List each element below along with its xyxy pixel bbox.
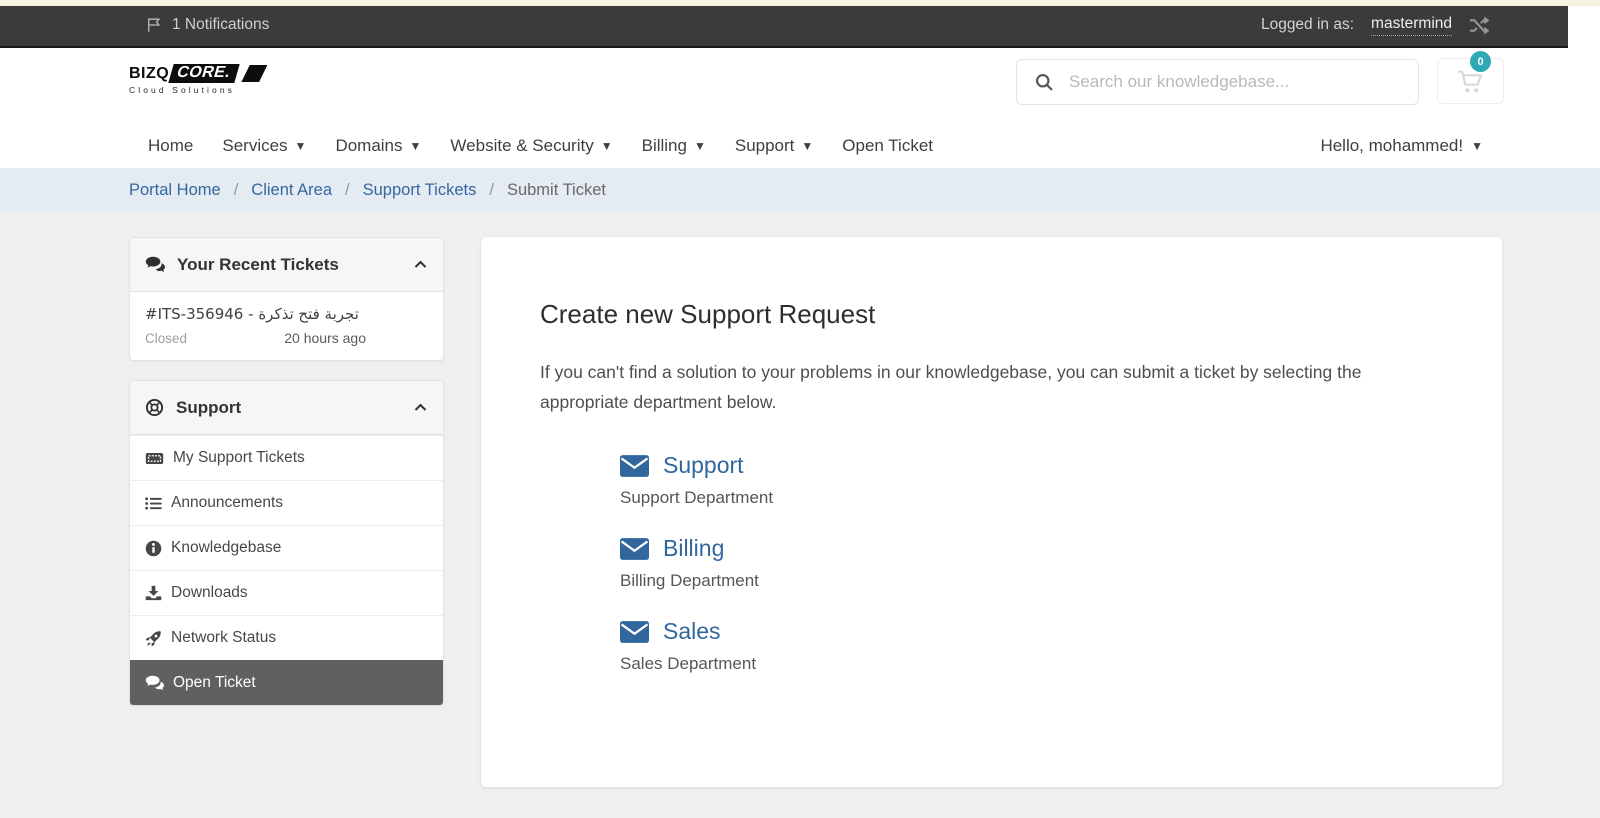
- chevron-up-icon: [413, 400, 428, 415]
- greeting-label: Hello, mohammed!: [1320, 136, 1464, 155]
- support-panel-header[interactable]: Support: [130, 381, 443, 435]
- breadcrumb-separator: /: [233, 180, 239, 199]
- page-title: Create new Support Request: [540, 299, 876, 329]
- ticket-status: Closed: [145, 331, 188, 346]
- department-name: Billing: [663, 535, 725, 561]
- breadcrumb-client-area[interactable]: Client Area: [251, 181, 332, 200]
- department-support: Support Support Department: [620, 452, 1442, 508]
- sidebar-item-label: Downloads: [171, 584, 248, 601]
- nav-item-home[interactable]: Home: [148, 136, 193, 156]
- department-billing-link[interactable]: Billing: [620, 535, 1442, 562]
- flag-icon: [145, 16, 163, 34]
- logo-primary-text: BIZQ: [129, 64, 170, 82]
- page-description: If you can't find a solution to your pro…: [540, 362, 1362, 412]
- sidebar-item-my-support-tickets[interactable]: My Support Tickets: [130, 435, 443, 480]
- nav-item-website-security[interactable]: Website & Security ▼: [450, 136, 612, 156]
- envelope-icon: [620, 454, 649, 477]
- sidebar-item-label: Open Ticket: [173, 674, 256, 691]
- breadcrumb-portal-home[interactable]: Portal Home: [129, 181, 221, 200]
- comments-icon: [145, 675, 164, 691]
- recent-tickets-title: Your Recent Tickets: [177, 254, 339, 274]
- envelope-icon: [620, 537, 649, 560]
- department-sales: Sales Sales Department: [620, 618, 1442, 674]
- breadcrumb-support-tickets[interactable]: Support Tickets: [363, 181, 477, 200]
- knowledgebase-search: [1016, 59, 1419, 105]
- sidebar: Your Recent Tickets #ITS-356946 - تجربة …: [129, 237, 444, 725]
- list-icon: [145, 496, 162, 511]
- support-panel: Support My Support Tickets Announcements…: [129, 380, 444, 706]
- username-link[interactable]: mastermind: [1371, 15, 1452, 36]
- info-circle-icon: [145, 540, 162, 557]
- department-description: Sales Department: [620, 654, 757, 673]
- main-nav: Home Services ▼ Domains ▼ Website & Securi…: [148, 124, 933, 168]
- cart-button[interactable]: 0: [1437, 51, 1504, 104]
- ticket-icon: [145, 451, 164, 466]
- download-icon: [145, 585, 162, 601]
- sidebar-item-knowledgebase[interactable]: Knowledgebase: [130, 525, 443, 570]
- breadcrumb-separator: /: [345, 180, 350, 199]
- logo-stripe: [241, 65, 268, 82]
- notifications-button[interactable]: 1 Notifications: [145, 16, 269, 34]
- breadcrumb-current: Submit Ticket: [506, 180, 606, 199]
- caret-down-icon: ▼: [600, 139, 613, 153]
- nav-item-open-ticket[interactable]: Open Ticket: [842, 136, 933, 156]
- sidebar-item-label: Network Status: [171, 629, 277, 646]
- caret-down-icon: ▼: [294, 139, 307, 153]
- sidebar-item-downloads[interactable]: Downloads: [130, 570, 443, 615]
- site-header: BIZQ CORE. Cloud Solutions 0 Home Servic…: [0, 48, 1600, 168]
- sidebar-item-open-ticket[interactable]: Open Ticket: [130, 660, 443, 705]
- nav-item-billing[interactable]: Billing ▼: [642, 136, 706, 156]
- caret-down-icon: ▼: [801, 139, 814, 153]
- caret-down-icon: ▼: [409, 139, 422, 153]
- chevron-up-icon: [413, 257, 428, 272]
- recent-tickets-panel: Your Recent Tickets #ITS-356946 - تجربة …: [129, 237, 444, 361]
- main-content-card: Create new Support Request If you can't …: [481, 237, 1502, 787]
- sidebar-item-label: My Support Tickets: [173, 449, 305, 466]
- department-name: Sales: [663, 618, 721, 644]
- caret-down-icon: ▼: [1471, 139, 1483, 153]
- search-input[interactable]: [1069, 72, 1404, 92]
- recent-tickets-header[interactable]: Your Recent Tickets: [130, 238, 443, 292]
- recent-ticket-item[interactable]: #ITS-356946 - تجربة فتح تذكرة Closed 20 …: [130, 292, 443, 360]
- nav-item-support[interactable]: Support ▼: [735, 136, 813, 156]
- cart-count-badge: 0: [1470, 51, 1491, 72]
- logo-secondary-text: CORE.: [168, 64, 241, 83]
- nav-item-domains[interactable]: Domains ▼: [335, 136, 421, 156]
- shuffle-icon[interactable]: [1469, 16, 1490, 35]
- nav-item-services[interactable]: Services ▼: [222, 136, 306, 156]
- department-description: Billing Department: [620, 571, 759, 590]
- department-list: Support Support Department Billing Billi…: [620, 452, 1442, 674]
- department-description: Support Department: [620, 488, 774, 507]
- department-billing: Billing Billing Department: [620, 535, 1442, 591]
- logged-in-as-label: Logged in as:: [1260, 16, 1355, 33]
- breadcrumb: Portal Home / Client Area / Support Tick…: [0, 168, 1600, 212]
- user-greeting-menu[interactable]: Hello, mohammed! ▼: [1320, 124, 1483, 168]
- department-name: Support: [663, 452, 744, 478]
- cart-icon: [1457, 69, 1484, 94]
- breadcrumb-separator: /: [489, 180, 494, 199]
- support-panel-title: Support: [176, 397, 242, 417]
- notifications-label: 1 Notifications: [172, 16, 270, 33]
- department-sales-link[interactable]: Sales: [620, 618, 1442, 645]
- sidebar-item-label: Knowledgebase: [171, 539, 282, 556]
- sidebar-item-label: Announcements: [171, 494, 284, 511]
- logo-tagline: Cloud Solutions: [129, 85, 236, 95]
- logo[interactable]: BIZQ CORE. Cloud Solutions: [129, 64, 268, 95]
- comments-icon: [145, 256, 165, 273]
- department-support-link[interactable]: Support: [620, 452, 1442, 479]
- envelope-icon: [620, 620, 649, 643]
- life-ring-icon: [145, 398, 164, 417]
- topbar: 1 Notifications Logged in as: mastermind: [0, 6, 1568, 48]
- ticket-time: 20 hours ago: [284, 330, 366, 346]
- topbar-wrap: 1 Notifications Logged in as: mastermind: [0, 6, 1600, 48]
- caret-down-icon: ▼: [693, 139, 706, 153]
- ticket-title: #ITS-356946 - تجربة فتح تذكرة: [145, 305, 359, 323]
- search-icon: [1034, 72, 1054, 92]
- sidebar-item-network-status[interactable]: Network Status: [130, 615, 443, 660]
- sidebar-item-announcements[interactable]: Announcements: [130, 480, 443, 525]
- rocket-icon: [145, 630, 162, 647]
